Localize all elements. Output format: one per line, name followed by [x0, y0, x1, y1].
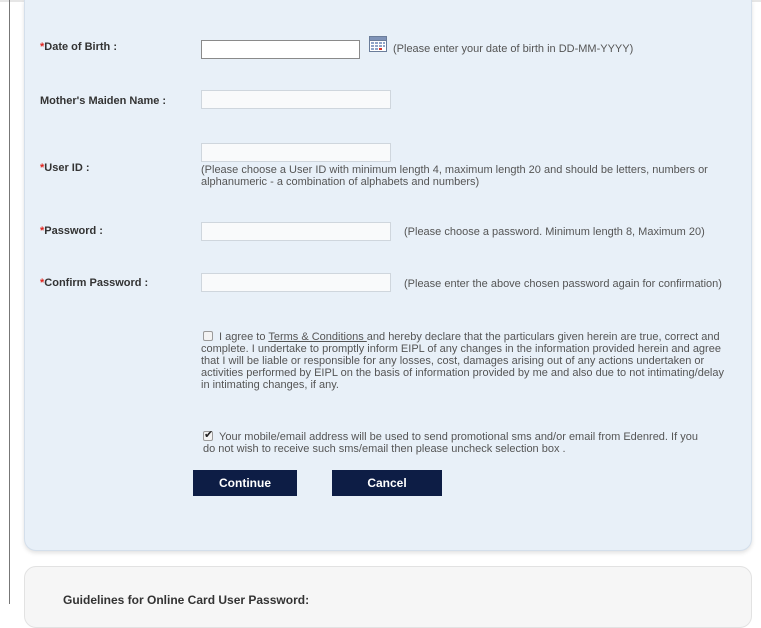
continue-button[interactable]: Continue	[193, 470, 297, 496]
dob-label-text: Date of Birth :	[44, 41, 118, 53]
password-label: *Password :	[40, 225, 103, 237]
terms-paragraph: I agree to Terms & Conditions and hereby…	[201, 331, 729, 391]
user-id-label: *User ID :	[40, 162, 90, 174]
confirm-password-label-text: Confirm Password :	[44, 277, 149, 289]
terms-text-before: I agree to	[219, 331, 269, 343]
dob-label: *Date of Birth :	[40, 41, 117, 53]
password-input[interactable]	[201, 222, 391, 241]
promo-text: Your mobile/email address will be used t…	[203, 431, 698, 455]
window-left-border	[9, 0, 10, 604]
guidelines-title: Guidelines for Online Card User Password…	[63, 593, 310, 607]
dob-hint: (Please enter your date of birth in DD-M…	[393, 43, 634, 55]
user-id-hint: (Please choose a User ID with minimum le…	[201, 164, 708, 188]
maiden-name-input[interactable]	[201, 90, 391, 109]
confirm-password-hint: (Please enter the above chosen password …	[404, 278, 722, 290]
password-hint: (Please choose a password. Minimum lengt…	[404, 226, 705, 238]
user-id-input[interactable]	[201, 143, 391, 162]
cancel-button[interactable]: Cancel	[332, 470, 442, 496]
maiden-name-label: Mother's Maiden Name :	[40, 95, 166, 107]
password-label-text: Password :	[44, 225, 103, 237]
confirm-password-label: *Confirm Password :	[40, 277, 148, 289]
confirm-password-input[interactable]	[201, 273, 391, 292]
dob-input[interactable]	[201, 40, 360, 59]
maiden-name-label-text: Mother's Maiden Name :	[40, 95, 167, 107]
terms-conditions-link[interactable]: Terms & Conditions	[268, 331, 366, 343]
user-id-label-text: User ID :	[44, 162, 90, 174]
calendar-icon[interactable]	[369, 36, 387, 52]
